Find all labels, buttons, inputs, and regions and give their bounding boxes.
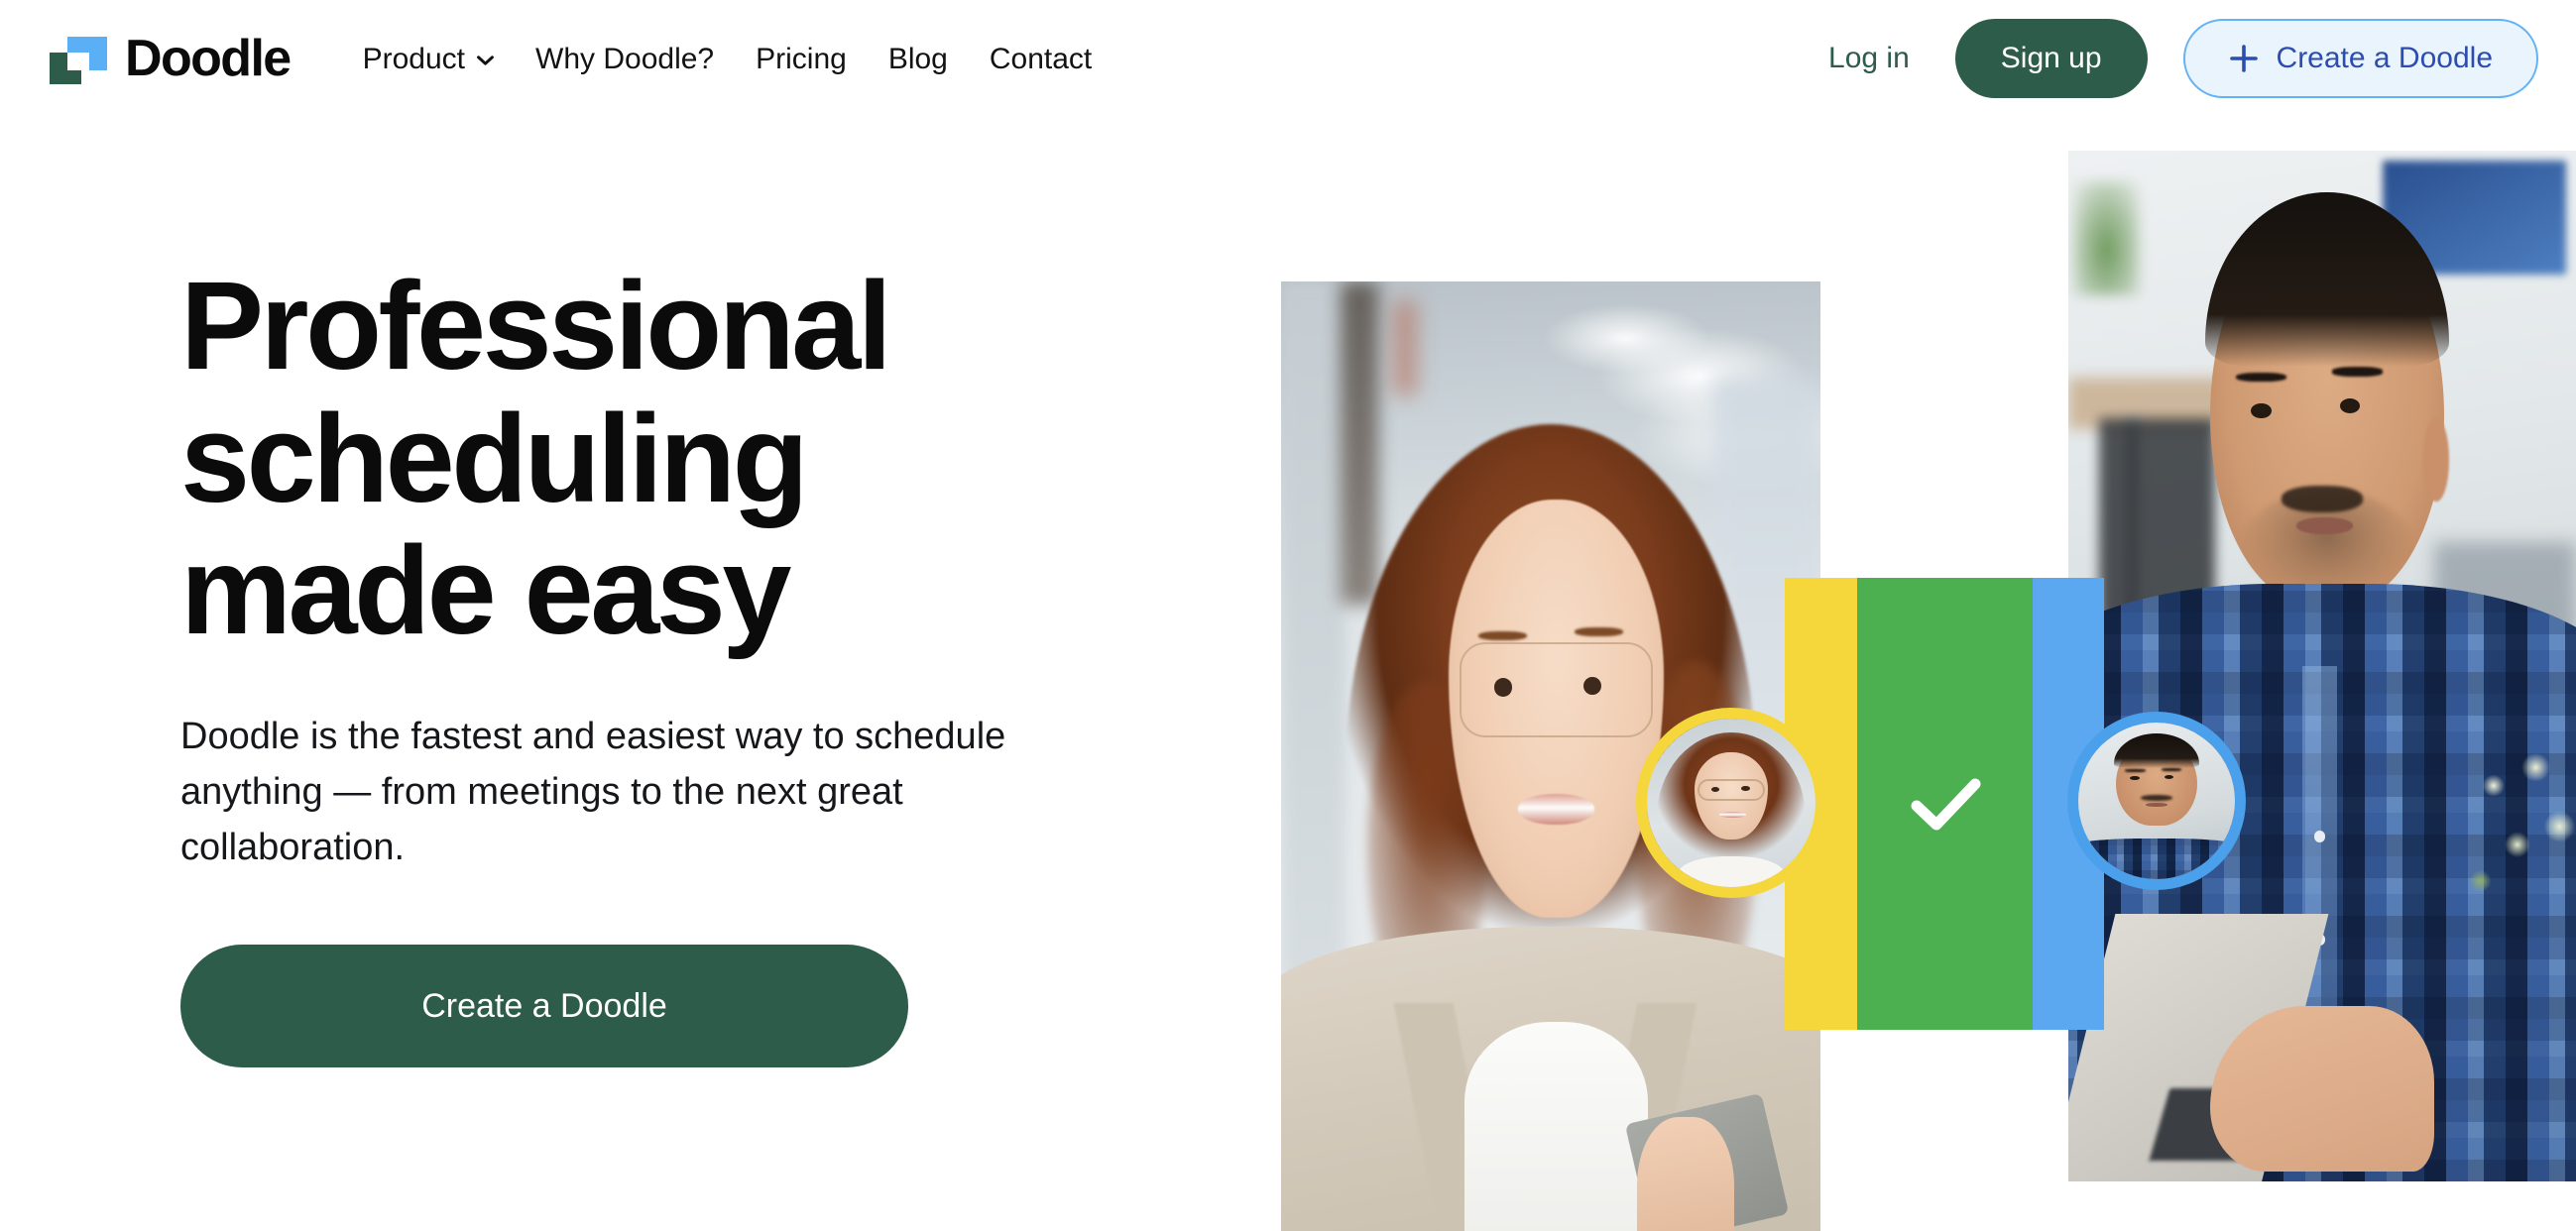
nav-item-product-label: Product — [362, 42, 466, 75]
checkmark-icon — [1901, 759, 1990, 848]
plus-icon — [2229, 44, 2259, 73]
avatar-woman — [1636, 708, 1826, 898]
create-a-doodle-nav-label: Create a Doodle — [2276, 42, 2493, 74]
hero-subheadline: Doodle is the fastest and easiest way to… — [180, 715, 1006, 869]
nav-item-pricing[interactable]: Pricing — [735, 33, 868, 85]
green-bar — [1857, 578, 2033, 1030]
top-navigation-bar: Doodle Product Why Doodle? Pricing Blog … — [0, 0, 2576, 117]
nav-actions: Log in Sign up Create a Doodle — [1795, 19, 2538, 98]
avatar-man — [2067, 712, 2246, 890]
nav-item-product[interactable]: Product — [342, 33, 515, 85]
create-a-doodle-cta-button[interactable]: Create a Doodle — [180, 945, 908, 1068]
login-link[interactable]: Log in — [1795, 32, 1943, 85]
page-title: Professional scheduling made easy — [180, 256, 892, 661]
doodle-squares-logo-icon — [50, 33, 107, 84]
brand-logo-link[interactable]: Doodle — [50, 30, 292, 87]
primary-nav: Product Why Doodle? Pricing Blog Contact — [342, 33, 1113, 85]
photo-man-at-laptop — [2068, 151, 2576, 1181]
signup-button[interactable]: Sign up — [1954, 19, 2148, 98]
color-bars-graphic — [1785, 578, 2104, 1030]
nav-item-blog[interactable]: Blog — [868, 33, 969, 85]
create-a-doodle-nav-button[interactable]: Create a Doodle — [2182, 19, 2538, 98]
chevron-down-icon — [477, 56, 494, 65]
nav-item-contact[interactable]: Contact — [969, 33, 1112, 85]
nav-item-why-doodle[interactable]: Why Doodle? — [515, 33, 735, 85]
page-root: Doodle Product Why Doodle? Pricing Blog … — [0, 0, 2576, 1231]
brand-name: Doodle — [125, 30, 292, 87]
hero-content: Professional scheduling made easy Doodle… — [180, 256, 1172, 1068]
